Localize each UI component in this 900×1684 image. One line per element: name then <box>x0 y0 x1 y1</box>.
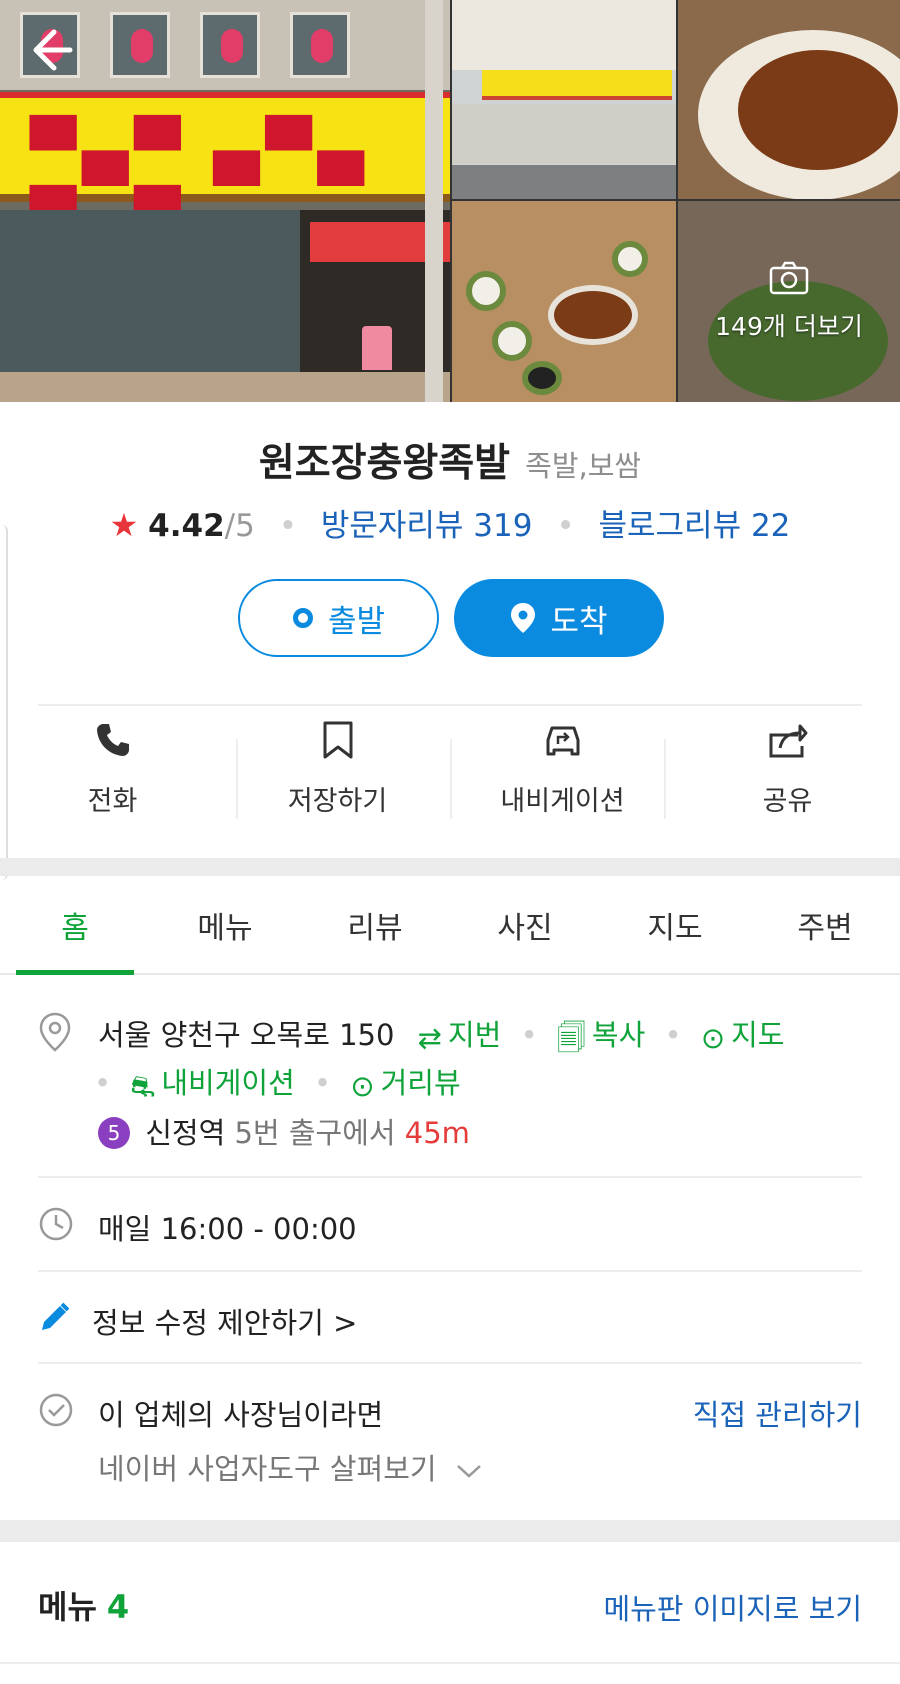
navigation-car-icon <box>542 717 584 763</box>
address-map-button[interactable]: ⊙ 지도 <box>700 1018 785 1055</box>
subway-station: 신정역 <box>145 1116 226 1150</box>
place-title-row: 원조장충왕족발 족발,보쌈 <box>0 432 900 488</box>
section-gap <box>0 858 900 876</box>
manage-directly-link[interactable]: 직접 관리하기 <box>693 1392 862 1434</box>
divider <box>38 704 862 706</box>
clock-icon <box>38 1206 74 1246</box>
subway-info: 5 신정역 5번 출구에서 45m <box>98 1110 470 1152</box>
more-photos-label: 149개 더보기 <box>715 311 863 341</box>
menu-count: 4 <box>106 1588 130 1626</box>
tab-bar: 홈 메뉴 리뷰 사진 지도 주변 <box>0 876 900 975</box>
camera-icon <box>769 261 809 299</box>
blog-reviews-link[interactable]: 블로그리뷰 22 <box>598 508 790 544</box>
tab-home[interactable]: 홈 <box>0 876 150 975</box>
start-route-label: 출발 <box>327 603 386 640</box>
phone-icon <box>94 717 132 763</box>
tab-menu[interactable]: 메뉴 <box>150 876 300 973</box>
navigation-button[interactable]: 내비게이션 <box>450 717 675 837</box>
hours-text: 매일 16:00 - 00:00 <box>98 1212 357 1246</box>
subway-exit: 5번 출구에서 <box>234 1116 396 1150</box>
back-arrow-icon[interactable] <box>24 22 80 78</box>
pencil-icon <box>38 1300 72 1338</box>
chevron-down-icon <box>456 1452 482 1486</box>
map-pin-icon <box>510 602 536 634</box>
arrive-route-button[interactable]: 도착 <box>454 579 664 657</box>
table-photo[interactable] <box>452 201 676 402</box>
photo-gallery[interactable]: ▀▄▀ ▄▀▄ ▀▄▀ <box>0 0 900 402</box>
save-button[interactable]: 저장하기 <box>225 717 450 837</box>
save-label: 저장하기 <box>287 786 388 817</box>
tab-photo[interactable]: 사진 <box>450 876 600 973</box>
place-name: 원조장충왕족발 <box>258 441 511 486</box>
navigation-label: 내비게이션 <box>500 786 625 817</box>
owner-text: 이 업체의 사장님이라면 <box>98 1398 384 1432</box>
map-pin-outline-icon: ⊙ <box>700 1021 726 1055</box>
street-photo[interactable] <box>452 0 676 199</box>
share-label: 공유 <box>762 786 813 817</box>
address-navigation-button[interactable]: ⛐ 내비게이션 <box>130 1066 294 1103</box>
subway-distance: 45m <box>404 1116 470 1150</box>
share-icon <box>768 717 808 763</box>
rating-row: ★ 4.42/5 • 방문자리뷰 319 • 블로그리뷰 22 <box>109 506 791 544</box>
business-tools-toggle[interactable]: 네이버 사업자도구 살펴보기 <box>98 1446 482 1488</box>
copy-icon: 🗐 <box>556 1021 586 1055</box>
bookmark-icon <box>322 717 354 763</box>
arrive-route-label: 도착 <box>550 603 608 640</box>
tab-nearby[interactable]: 주변 <box>750 876 900 973</box>
tab-review[interactable]: 리뷰 <box>300 876 450 973</box>
call-label: 전화 <box>87 786 138 817</box>
address-text: 서울 양천구 오목로 150 <box>98 1018 395 1052</box>
star-icon: ★ <box>109 506 139 544</box>
dish-photo[interactable] <box>678 0 900 199</box>
street-view-icon: ⊙ <box>350 1069 375 1103</box>
section-gap <box>0 1520 900 1542</box>
quick-actions: 전화 저장하기 내비게이션 공유 <box>0 717 900 837</box>
place-category: 족발,보쌈 <box>525 449 642 483</box>
hours-row[interactable]: 매일 16:00 - 00:00 <box>38 1204 862 1248</box>
suggest-edit-row[interactable]: 정보 수정 제안하기 > <box>38 1298 862 1342</box>
street-view-button[interactable]: ⊙ 거리뷰 <box>350 1066 460 1103</box>
subway-line-badge: 5 <box>98 1117 130 1149</box>
suggest-edit-label: 정보 수정 제안하기 > <box>92 1306 358 1340</box>
menu-image-link[interactable]: 메뉴판 이미지로 보기 <box>603 1586 862 1628</box>
address-section: 서울 양천구 오목로 150 ⇄ 지번 • 🗐 복사 • ⊙ 지도 • ⛐ 내비게이션 … <box>38 1006 862 1156</box>
start-route-button[interactable]: 출발 <box>238 579 439 657</box>
location-pin-icon <box>38 1012 72 1056</box>
copy-address-button[interactable]: 🗐 복사 <box>557 1018 645 1055</box>
visitor-reviews-link[interactable]: 방문자리뷰 319 <box>321 508 533 544</box>
rating-max: /5 <box>224 508 255 544</box>
menu-section-title: 메뉴 4 <box>38 1588 130 1626</box>
origin-dot-icon <box>292 607 314 629</box>
call-button[interactable]: 전화 <box>0 717 225 837</box>
share-button[interactable]: 공유 <box>675 717 900 837</box>
swap-icon: ⇄ <box>417 1021 442 1055</box>
more-photos-button[interactable]: 149개 더보기 <box>678 201 900 402</box>
rating-score: 4.42 <box>148 508 225 544</box>
lot-number-button[interactable]: ⇄ 지번 <box>417 1018 502 1055</box>
car-icon: ⛐ <box>130 1069 156 1103</box>
check-circle-icon <box>38 1392 74 1432</box>
tab-map[interactable]: 지도 <box>600 876 750 973</box>
owner-section: 이 업체의 사장님이라면 직접 관리하기 네이버 사업자도구 살펴보기 <box>38 1390 862 1490</box>
